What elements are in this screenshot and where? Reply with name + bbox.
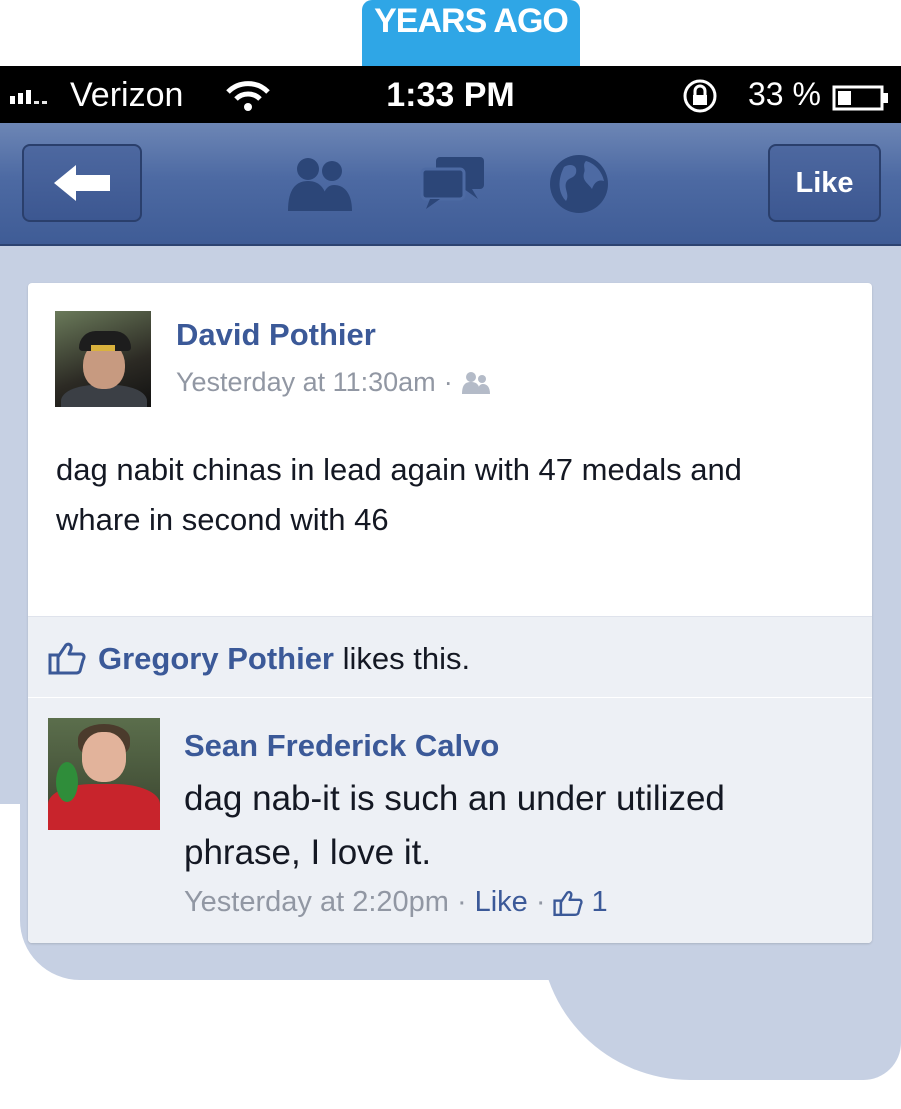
likes-summary: Gregory Pothier likes this.: [28, 616, 872, 699]
likes-text: Gregory Pothier likes this.: [98, 641, 470, 677]
comment-like-link[interactable]: Like: [475, 886, 528, 919]
meta-separator: ·: [456, 886, 467, 918]
background-panel-tail: [540, 930, 901, 1080]
liker-name[interactable]: Gregory Pothier: [98, 641, 334, 676]
commenter-avatar[interactable]: [48, 718, 160, 830]
post-author-name[interactable]: David Pothier: [176, 317, 376, 353]
post-card: David Pothier Yesterday at 11:30am · dag…: [28, 283, 872, 943]
thumbs-up-icon: [48, 642, 86, 675]
likes-suffix: likes this.: [334, 641, 471, 676]
battery-icon: [832, 85, 888, 111]
comment-like-count[interactable]: 1: [591, 886, 607, 919]
battery-percent: 33 %: [748, 76, 821, 112]
meta-separator: ·: [535, 886, 546, 918]
globe-icon[interactable]: [548, 153, 610, 215]
comment-timestamp[interactable]: Yesterday at 2:20pm: [184, 886, 449, 919]
messages-icon[interactable]: [418, 153, 488, 213]
author-avatar[interactable]: [55, 311, 151, 407]
back-arrow-icon: [54, 165, 110, 201]
post-body: dag nabit chinas in lead again with 47 m…: [56, 452, 742, 537]
comment-meta: Yesterday at 2:20pm · Like · 1: [184, 886, 608, 919]
friends-privacy-icon: [461, 371, 490, 394]
like-page-button[interactable]: Like: [768, 144, 881, 222]
commenter-name[interactable]: Sean Frederick Calvo: [184, 728, 499, 764]
meta-separator: ·: [443, 367, 453, 397]
comment: Sean Frederick Calvo dag nab-it is such …: [28, 698, 872, 943]
post-timestamp[interactable]: Yesterday at 11:30am: [176, 367, 436, 398]
friends-icon[interactable]: [282, 153, 358, 213]
post-meta: Yesterday at 11:30am ·: [176, 367, 491, 398]
status-bar: Verizon 1:33 PM 33 %: [0, 66, 901, 123]
top-banner: YEARS AGO: [362, 0, 580, 66]
rotation-lock-icon: [683, 79, 717, 113]
banner-text: YEARS AGO: [374, 2, 569, 40]
back-button[interactable]: [22, 144, 142, 222]
comment-body: dag nab-it is such an under utilized phr…: [184, 779, 725, 872]
thumbs-up-icon: [553, 890, 584, 916]
nav-bar: Like: [0, 123, 901, 246]
